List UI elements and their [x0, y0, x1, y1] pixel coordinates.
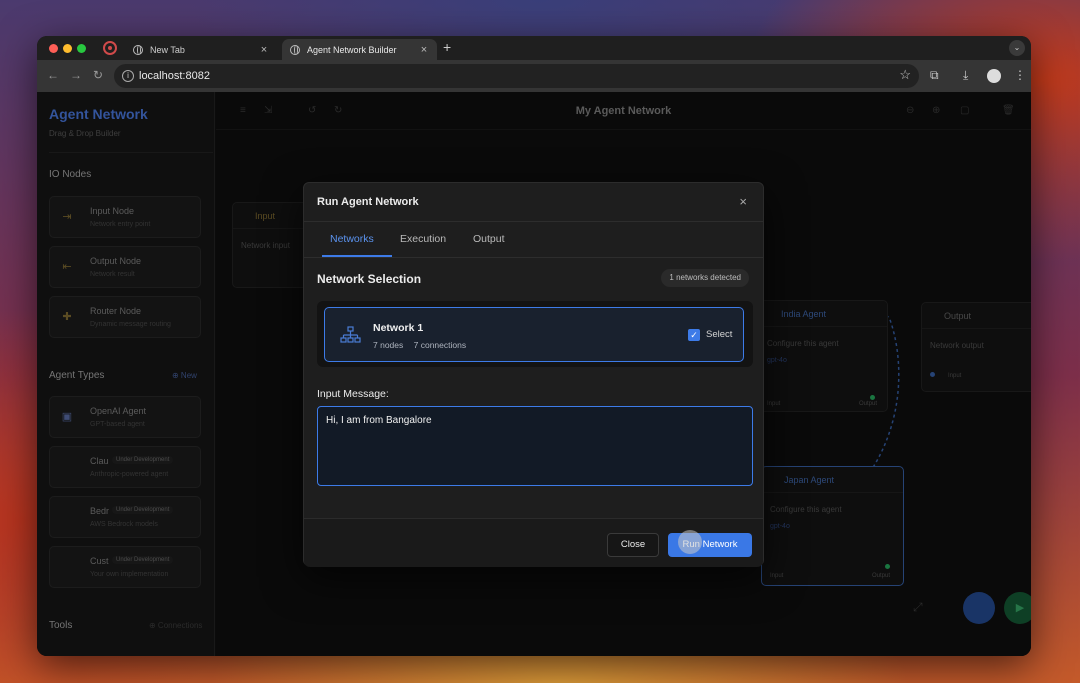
run-network-modal: Run Agent Network × Networks Execution O… — [303, 182, 764, 567]
network-card[interactable]: Network 1 7 nodes 7 connections ✓ Select — [324, 307, 744, 362]
back-icon[interactable]: ← — [47, 68, 59, 82]
address-bar[interactable]: i localhost:8082 ☆ — [114, 64, 919, 88]
network-selection-title: Network Selection — [317, 272, 422, 286]
network-name: Network 1 — [373, 322, 424, 334]
network-icon — [340, 326, 361, 343]
input-message-label: Input Message: — [317, 388, 389, 400]
tab-title: New Tab — [150, 44, 185, 55]
divider — [304, 221, 763, 222]
network-list: Network 1 7 nodes 7 connections ✓ Select — [317, 301, 753, 367]
maximize-window-button[interactable] — [77, 44, 86, 53]
tab-agent-network-builder[interactable]: Agent Network Builder × — [282, 39, 437, 60]
mouse-cursor-indicator — [678, 530, 702, 554]
tab-title: Agent Network Builder — [307, 44, 397, 55]
node-count: 7 nodes — [373, 340, 404, 350]
close-button[interactable]: Close — [607, 533, 659, 557]
tab-new-tab[interactable]: New Tab × — [125, 39, 277, 60]
modal-title: Run Agent Network — [317, 196, 419, 208]
networks-detected-badge: 1 networks detected — [661, 269, 749, 287]
tab-execution[interactable]: Execution — [400, 233, 446, 245]
connection-count: 7 connections — [413, 340, 467, 350]
new-tab-button[interactable]: + — [443, 39, 451, 55]
profile-avatar-icon[interactable] — [987, 69, 1001, 83]
url-text: localhost:8082 — [139, 70, 210, 82]
network-meta: 7 nodes 7 connections — [373, 340, 474, 350]
tab-bar: New Tab × Agent Network Builder × + ⌄ — [37, 36, 1031, 60]
tab-output[interactable]: Output — [473, 233, 505, 245]
bookmark-star-icon[interactable]: ☆ — [899, 67, 911, 83]
modal-footer: Close Run Network — [304, 518, 763, 567]
globe-icon — [290, 44, 300, 55]
select-label[interactable]: Select — [706, 329, 732, 340]
close-icon[interactable]: × — [739, 194, 747, 209]
divider — [304, 257, 763, 258]
reload-icon[interactable]: ↻ — [93, 68, 103, 82]
tab-search-icon[interactable]: ⌄ — [1009, 40, 1025, 56]
browser-toolbar: ← → ↻ i localhost:8082 ☆ ⧉ ⤓ ⋮ — [37, 60, 1031, 92]
site-info-icon[interactable]: i — [122, 70, 134, 82]
tab-close-icon[interactable]: × — [257, 44, 271, 56]
tab-networks[interactable]: Networks — [330, 233, 374, 245]
browser-menu-icon[interactable]: ⋮ — [1014, 68, 1026, 82]
tab-close-icon[interactable]: × — [417, 44, 431, 56]
input-message-field[interactable]: Hi, I am from Bangalore — [317, 406, 753, 486]
close-window-button[interactable] — [49, 44, 58, 53]
extensions-icon[interactable]: ⧉ — [930, 68, 939, 83]
pinned-tab-icon[interactable] — [103, 41, 117, 55]
browser-window: New Tab × Agent Network Builder × + ⌄ ← … — [37, 36, 1031, 656]
forward-icon[interactable]: → — [70, 68, 82, 82]
minimize-window-button[interactable] — [63, 44, 72, 53]
download-icon[interactable]: ⤓ — [963, 68, 968, 83]
globe-icon — [133, 44, 143, 55]
select-checkbox[interactable]: ✓ — [688, 329, 700, 341]
